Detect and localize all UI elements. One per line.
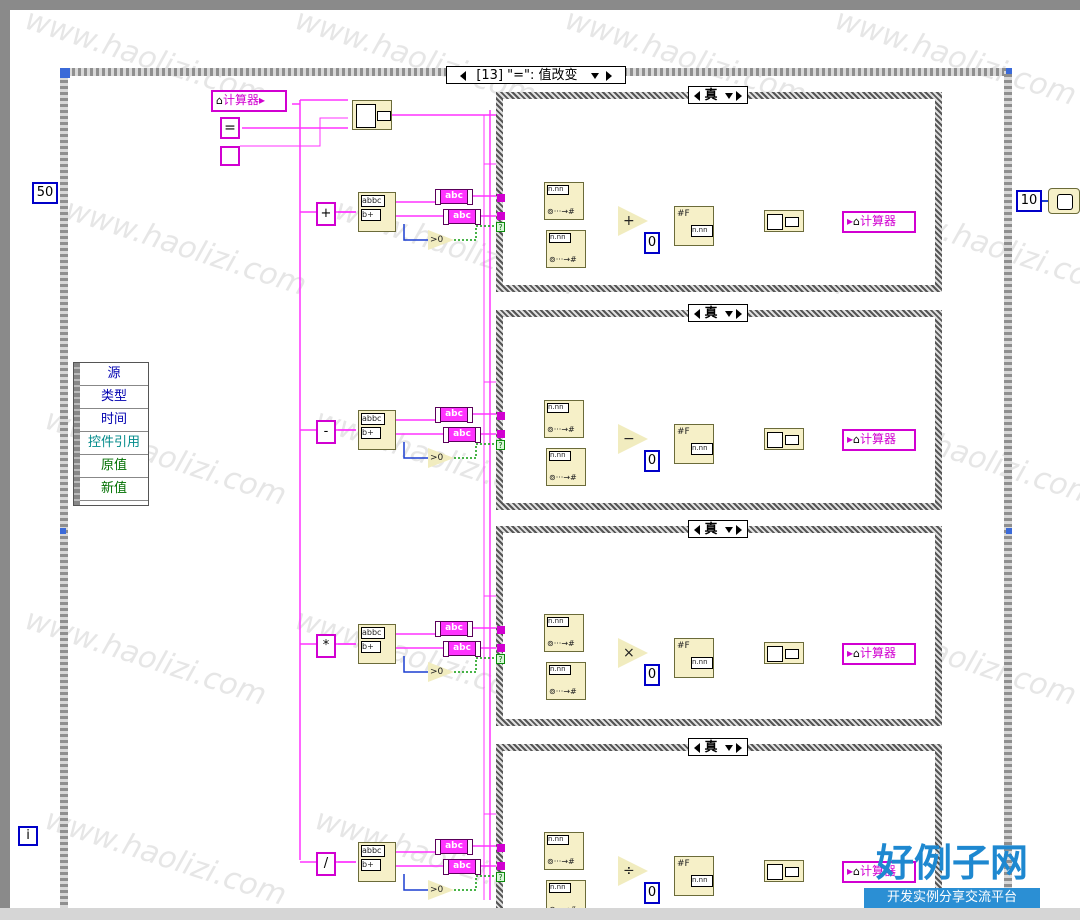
case-selector-label: 真 — [704, 88, 718, 103]
wire-offset — [403, 656, 428, 673]
number-to-fractional-string-1[interactable]: #F n.nn — [674, 206, 714, 246]
house-icon: ⌂ — [853, 215, 861, 228]
case-selector-label: 真 — [704, 306, 718, 321]
string-to-number-upper-1[interactable]: n.nn ⊚···→# — [544, 182, 584, 220]
calculator-label: 计算器 — [860, 214, 897, 228]
next-case-icon[interactable] — [735, 524, 742, 535]
next-case-icon[interactable] — [735, 742, 742, 753]
string-to-number-upper-3[interactable]: n.nn ⊚···→# — [544, 614, 584, 652]
string-indicator-upper-1[interactable]: abc — [435, 189, 473, 205]
case-selector-label: 真 — [704, 740, 718, 755]
string-indicator-lower-2[interactable]: abc — [443, 427, 481, 443]
case-selector-2[interactable]: 真 — [688, 304, 748, 322]
case-selector-4[interactable]: 真 — [688, 738, 748, 756]
case-selector-terminal-4[interactable]: ? — [496, 872, 505, 882]
tunnel-lower-2 — [497, 430, 505, 438]
precision-constant-2[interactable]: 0 — [644, 450, 660, 472]
case-selector-terminal-2[interactable]: ? — [496, 440, 505, 450]
dropdown-arrow-icon[interactable] — [724, 526, 733, 533]
tunnel-upper-1 — [497, 194, 505, 202]
number-to-fractional-string-2[interactable]: #F n.nn — [674, 424, 714, 464]
match-pattern-node-2[interactable]: abbc b+ — [358, 410, 396, 450]
match-pattern-node-3[interactable]: abbc b+ — [358, 624, 396, 664]
calculator-label: 计算器 — [860, 646, 897, 660]
case-selector-1[interactable]: 真 — [688, 86, 748, 104]
wire-offset — [403, 442, 428, 459]
operator-string-constant-3[interactable]: * — [316, 634, 336, 658]
case-selector-3[interactable]: 真 — [688, 520, 748, 538]
logo-main-text: 好例子网 — [875, 840, 1028, 885]
operator-string-constant-2[interactable]: - — [316, 420, 336, 444]
string-indicator-upper-4[interactable]: abc — [435, 839, 473, 855]
tunnel-lower-4 — [497, 862, 505, 870]
string-indicator-lower-3[interactable]: abc — [443, 641, 481, 657]
wire-offset — [403, 874, 428, 891]
string-indicator-lower-1[interactable]: abc — [443, 209, 481, 225]
case-selector-terminal-1[interactable]: ? — [496, 222, 505, 232]
calculator-local-variable-output-3[interactable]: ▸⌂计算器 — [842, 643, 916, 665]
case-selector-terminal-3[interactable]: ? — [496, 654, 505, 664]
house-icon: ⌂ — [853, 865, 861, 878]
precision-constant-1[interactable]: 0 — [644, 232, 660, 254]
wire-offset — [403, 224, 428, 241]
number-to-fractional-string-4[interactable]: #F n.nn — [674, 856, 714, 896]
case-selector-label: 真 — [704, 522, 718, 537]
dropdown-arrow-icon[interactable] — [724, 310, 733, 317]
string-indicator-lower-4[interactable]: abc — [443, 859, 481, 875]
calculator-local-variable-output-1[interactable]: ▸⌂计算器 — [842, 211, 916, 233]
tunnel-upper-2 — [497, 412, 505, 420]
operator-string-constant-1[interactable]: + — [316, 202, 336, 226]
string-to-number-lower-3[interactable]: n.nn ⊚···→# — [546, 662, 586, 700]
site-logo: 好例子网 开发实例分享交流平台 — [862, 840, 1042, 910]
concatenate-strings-4[interactable] — [764, 860, 804, 882]
match-pattern-node-1[interactable]: abbc b+ — [358, 192, 396, 232]
string-to-number-upper-4[interactable]: n.nn ⊚···→# — [544, 832, 584, 870]
house-icon: ⌂ — [853, 647, 861, 660]
dropdown-arrow-icon[interactable] — [724, 92, 733, 99]
tunnel-lower-3 — [497, 644, 505, 652]
logo-sub-text: 开发实例分享交流平台 — [864, 888, 1040, 908]
next-case-icon[interactable] — [735, 308, 742, 319]
timer-wire — [1042, 200, 1048, 202]
string-indicator-upper-3[interactable]: abc — [435, 621, 473, 637]
string-to-number-lower-1[interactable]: n.nn ⊚···→# — [546, 230, 586, 268]
precision-constant-3[interactable]: 0 — [644, 664, 660, 686]
string-to-number-lower-2[interactable]: n.nn ⊚···→# — [546, 448, 586, 486]
dropdown-arrow-icon[interactable] — [724, 744, 733, 751]
calculator-label: 计算器 — [860, 432, 897, 446]
match-pattern-node-4[interactable]: abbc b+ — [358, 842, 396, 882]
concatenate-strings-1[interactable] — [764, 210, 804, 232]
string-to-number-upper-2[interactable]: n.nn ⊚···→# — [544, 400, 584, 438]
number-to-fractional-string-3[interactable]: #F n.nn — [674, 638, 714, 678]
concatenate-strings-2[interactable] — [764, 428, 804, 450]
concatenate-strings-3[interactable] — [764, 642, 804, 664]
next-case-icon[interactable] — [735, 90, 742, 101]
tunnel-upper-4 — [497, 844, 505, 852]
calculator-local-variable-output-2[interactable]: ▸⌂计算器 — [842, 429, 916, 451]
operator-string-constant-4[interactable]: / — [316, 852, 336, 876]
house-icon: ⌂ — [853, 433, 861, 446]
tunnel-upper-3 — [497, 626, 505, 634]
precision-constant-4[interactable]: 0 — [644, 882, 660, 904]
string-indicator-upper-2[interactable]: abc — [435, 407, 473, 423]
tunnel-lower-1 — [497, 212, 505, 220]
